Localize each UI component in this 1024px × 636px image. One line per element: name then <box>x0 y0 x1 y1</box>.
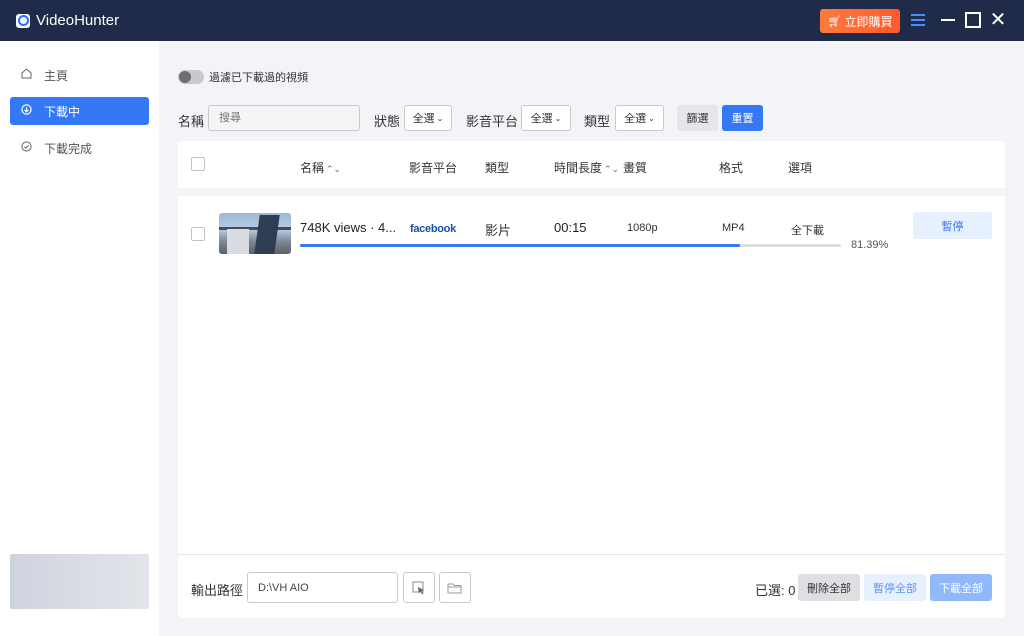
sidebar-item-label: 主頁 <box>44 68 69 83</box>
row-checkbox[interactable] <box>191 227 205 241</box>
video-type: 影片 <box>485 223 512 238</box>
app-brand: VideoHunter <box>16 12 119 29</box>
download-progress-percent: 81.39% <box>851 239 889 251</box>
header-duration[interactable]: 時間長度 ⌃⌄ <box>554 159 619 176</box>
home-icon <box>20 68 32 82</box>
sidebar-item-label: 下載中 <box>44 104 81 119</box>
delete-all-button[interactable]: 刪除全部 <box>798 574 860 601</box>
selected-count: 已選: 0 <box>755 580 795 599</box>
title-bar: VideoHunter 🛒︎ 立即購買 ✕ <box>0 0 1024 41</box>
download-all-button[interactable]: 下載全部 <box>930 574 992 601</box>
type-filter-label: 類型 <box>584 114 611 129</box>
video-quality: 1080p <box>627 222 658 234</box>
video-duration: 00:15 <box>554 220 587 235</box>
filter-downloaded-row: 過濾已下載過的視頻 <box>178 69 308 85</box>
app-logo-icon <box>16 13 30 28</box>
sort-icon: ⌃⌄ <box>326 164 342 174</box>
pause-button[interactable]: 暫停 <box>913 212 992 239</box>
filter-downloaded-label: 過濾已下載過的視頻 <box>209 72 308 84</box>
promo-banner[interactable] <box>10 554 149 609</box>
header-type: 類型 <box>485 161 510 175</box>
select-all-checkbox[interactable] <box>191 157 205 171</box>
search-input[interactable] <box>208 105 360 131</box>
filter-button[interactable]: 篩選 <box>677 105 718 131</box>
maximize-icon[interactable] <box>963 10 983 30</box>
pause-all-button[interactable]: 暫停全部 <box>864 574 926 601</box>
open-folder-icon[interactable] <box>439 572 471 603</box>
sidebar-item-label: 下載完成 <box>44 141 93 156</box>
selected-value: 0 <box>788 583 796 598</box>
table-header: 名稱 ⌃⌄ 影音平台 類型 時間長度 ⌃⌄ 畫質 格式 選項 <box>178 141 1005 188</box>
main-panel: 過濾已下載過的視頻 名稱 狀態 全選 ⌄ 影音平台 全選 ⌄ 類型 全選 ⌄ 篩… <box>178 41 1005 636</box>
download-progress-fill <box>300 244 741 247</box>
video-thumbnail[interactable] <box>219 213 291 254</box>
chevron-down-icon: ⌄ <box>436 113 444 123</box>
download-progress-bar <box>300 244 841 247</box>
status-select[interactable]: 全選 ⌄ <box>404 105 452 131</box>
sidebar-item-downloading[interactable]: 下載中 <box>10 97 149 125</box>
buy-now-label: 立即購買 <box>844 14 893 29</box>
platform-select[interactable]: 全選 ⌄ <box>521 105 571 131</box>
header-name-label: 名稱 <box>300 161 325 175</box>
download-icon <box>20 104 32 118</box>
minimize-icon[interactable] <box>938 10 958 30</box>
video-format: MP4 <box>722 222 745 234</box>
name-filter-label: 名稱 <box>178 114 205 129</box>
output-path-field[interactable]: D:\VH AIO <box>247 572 398 603</box>
header-name[interactable]: 名稱 ⌃⌄ <box>300 159 341 176</box>
header-options: 選項 <box>788 161 813 175</box>
sidebar: 主頁 下載中 下載完成 <box>0 41 159 636</box>
video-title: 748K views · 4... <box>300 220 397 235</box>
filter-downloaded-toggle[interactable] <box>178 70 204 84</box>
type-select[interactable]: 全選 ⌄ <box>615 105 664 131</box>
header-quality: 畫質 <box>623 161 648 175</box>
type-select-value: 全選 <box>624 113 647 125</box>
check-circle-icon <box>20 141 32 155</box>
header-duration-label: 時間長度 <box>554 161 603 175</box>
selected-label: 已選: <box>755 583 785 598</box>
header-format: 格式 <box>719 161 744 175</box>
header-platform: 影音平台 <box>409 161 458 175</box>
facebook-logo: facebook <box>410 223 456 235</box>
select-path-icon[interactable] <box>403 572 435 603</box>
chevron-down-icon: ⌄ <box>648 113 655 123</box>
sidebar-item-home[interactable]: 主頁 <box>10 61 149 89</box>
chevron-down-icon: ⌄ <box>554 113 562 123</box>
cart-icon: 🛒︎ <box>827 15 842 28</box>
filter-bar: 名稱 狀態 全選 ⌄ 影音平台 全選 ⌄ 類型 全選 ⌄ 篩選 重置 <box>178 105 1005 131</box>
video-option: 全下載 <box>791 225 824 237</box>
platform-filter-label: 影音平台 <box>466 114 519 129</box>
status-filter-label: 狀態 <box>374 114 401 129</box>
menu-icon[interactable] <box>908 10 928 30</box>
close-icon[interactable]: ✕ <box>988 10 1008 30</box>
platform-select-value: 全選 <box>530 113 553 125</box>
download-list: 748K views · 4... facebook 影片 00:15 1080… <box>178 196 1005 554</box>
sidebar-item-completed[interactable]: 下載完成 <box>10 134 149 162</box>
status-select-value: 全選 <box>412 113 435 125</box>
footer-bar: 輸出路徑 D:\VH AIO 已選: 0 刪除全部 暫停全部 下載全部 <box>178 554 1005 618</box>
reset-button[interactable]: 重置 <box>722 105 763 131</box>
table-row: 748K views · 4... facebook 影片 00:15 1080… <box>178 196 1005 271</box>
sort-icon: ⌃⌄ <box>604 164 620 174</box>
app-title: VideoHunter <box>36 12 120 29</box>
output-path-label: 輸出路徑 <box>191 583 244 598</box>
buy-now-button[interactable]: 🛒︎ 立即購買 <box>820 9 900 33</box>
